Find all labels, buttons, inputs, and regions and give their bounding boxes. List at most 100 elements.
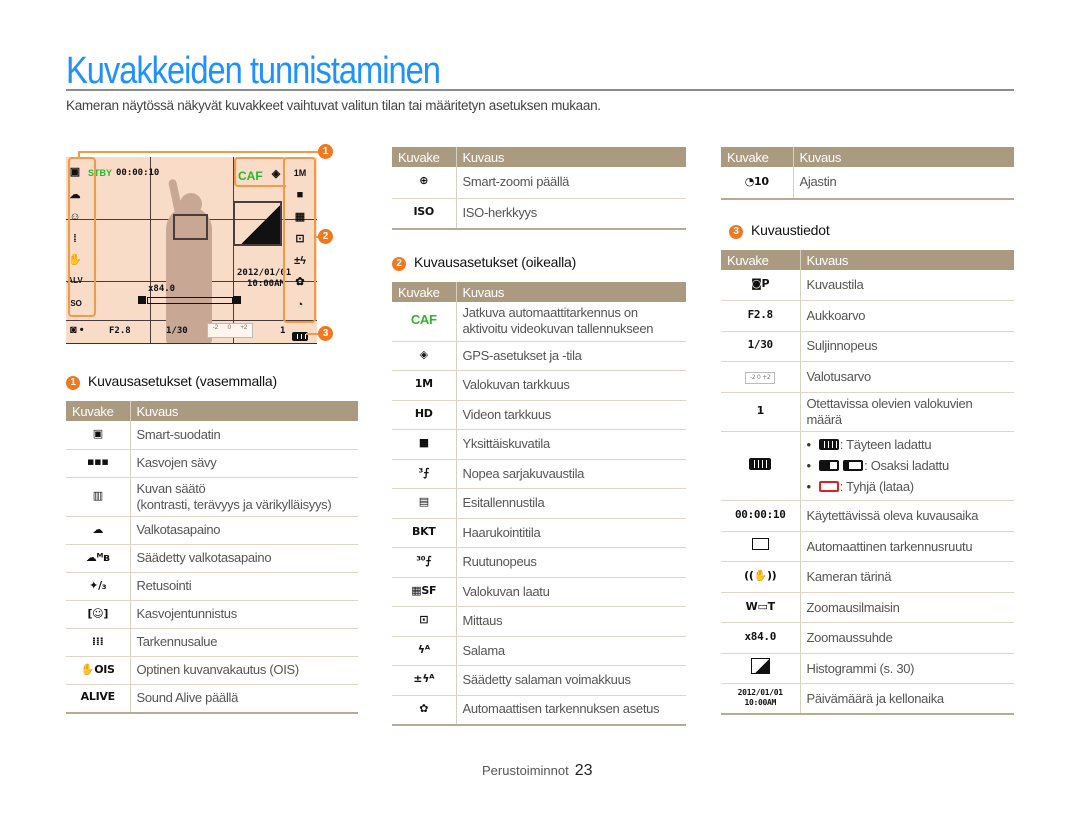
table-row: -2 0 +2 Valotusarvo <box>721 361 1014 393</box>
single-shot-icon: ■ <box>418 436 429 450</box>
focus-area-icon: ⁞⁞⁞ <box>91 634 104 648</box>
aperture-readout: F2.8 <box>109 326 131 336</box>
table-row: Histogrammi (s. 30) <box>721 653 1014 685</box>
icon-cell: ALIVE <box>66 684 131 714</box>
table-row: ✦/₃ Retusointi <box>66 572 358 601</box>
icon-cell: W▭T <box>721 592 801 624</box>
date-time-icon: 2012/01/01 10:00AM <box>737 688 783 707</box>
zoom-ratio-icon: x84.0 <box>744 630 777 644</box>
metering-icon: ⊡ <box>419 613 429 627</box>
table-row: ISO ISO-herkkyys <box>392 198 686 230</box>
table-row: ±ϟᴬ Säädetty salaman voimakkuus <box>392 665 686 696</box>
icon-cell: 00:00:10 <box>721 500 801 532</box>
description-text: Histogrammi (s. 30) <box>806 660 915 676</box>
battery-icon <box>748 458 772 471</box>
table-row: ³⨍ Nopea sarjakuvaustila <box>392 459 686 489</box>
intro-text: Kameran näytössä näkyvät kuvakkeet vaiht… <box>66 98 601 113</box>
right-icons-frame <box>283 157 316 323</box>
description-text: Smart-suodatin <box>136 426 221 442</box>
battery-low-icon <box>843 459 864 471</box>
battery-icon <box>292 327 309 343</box>
face-detection-icon: [☺] <box>87 606 109 620</box>
list-item: : Täyteen ladattu <box>807 435 1009 456</box>
icon-cell: ▤ <box>392 488 457 519</box>
ois-icon: ✋OIS <box>80 662 115 676</box>
icon-cell: ✋OIS <box>66 656 131 685</box>
icon-cell: ■ <box>392 429 457 460</box>
table-row: ◈ GPS-asetukset ja -tila <box>392 341 686 371</box>
table-row: ▪▪▪ Kasvojen sävy <box>66 449 358 478</box>
description-cell: Säädetty valkotasapaino <box>130 544 358 573</box>
description-text: Videon tarkkuus <box>462 406 552 422</box>
description-text: Säädetty salaman voimakkuus <box>462 672 632 688</box>
right-settings-table-continued: Kuvake Kuvaus ◔10 Ajastin <box>721 147 1014 200</box>
description-text: Päivämäärä ja kellonaika <box>806 690 945 706</box>
section-heading-right-settings: 2 Kuvausasetukset (oikealla) <box>392 254 576 271</box>
footer-section-name: Perustoiminnot <box>482 763 569 778</box>
gps-icon: ◈ <box>419 347 428 361</box>
histogram <box>233 201 282 246</box>
table-row: 2012/01/01 10:00AM Päivämäärä ja kellonai… <box>721 683 1014 716</box>
description-cell: Valokuvan tarkkuus <box>456 370 686 401</box>
table-row: 1/30 Suljinnopeus <box>721 331 1014 362</box>
icon-cell: 1/30 <box>721 331 801 362</box>
description-text: GPS-asetukset ja -tila <box>462 347 582 363</box>
callout-2: 2 <box>318 229 333 244</box>
af-frame-icon <box>751 538 769 552</box>
aperture-icon: F2.8 <box>747 307 774 321</box>
icon-cell: CAF <box>392 302 457 342</box>
icon-cell <box>721 431 801 502</box>
flash-icon: ϟᴬ <box>417 642 430 656</box>
icon-cell: x84.0 <box>721 622 801 654</box>
icon-cell: ±ϟᴬ <box>392 665 457 696</box>
icon-cell: ◈ <box>392 341 457 371</box>
icon-cell: 1M <box>392 370 457 401</box>
table-row: ◙P Kuvaustila <box>721 270 1014 301</box>
table-row: ✿ Automaattisen tarkennuksen asetus <box>392 695 686 726</box>
table-row: ⊕ Smart-zoomi päällä <box>392 167 686 199</box>
description-cell: Smart-suodatin <box>130 421 358 450</box>
description-cell: Otettavissa olevien valokuvien määrä <box>800 392 1014 432</box>
recording-time-icon: 00:00:10 <box>734 508 786 522</box>
description-cell: Mittaus <box>456 606 686 637</box>
table-row: ◔10 Ajastin <box>721 167 1014 200</box>
description-text: Aukkoarvo <box>806 307 866 323</box>
smart-filter-icon: ▣ <box>92 426 103 440</box>
burst-icon: ³⨍ <box>418 465 430 479</box>
description-cell: Säädetty salaman voimakkuus <box>456 665 686 696</box>
description-text: Tarkennusalue <box>136 634 218 650</box>
description-text: Yksittäiskuvatila <box>462 436 551 452</box>
col-header-icon: Kuvake <box>66 401 131 421</box>
description-cell: Kasvojen sävy <box>130 449 358 478</box>
timer-icon: ◔10 <box>744 174 769 188</box>
shots-remaining-icon: 1 <box>756 403 765 417</box>
description-cell: Histogrammi (s. 30) <box>800 653 1014 685</box>
zoom-wide-icon <box>138 296 146 304</box>
description-cell: ISO-herkkyys <box>456 198 686 230</box>
description-cell: Käytettävissä oleva kuvausaika <box>800 500 1014 532</box>
icon-cell: ▥ <box>66 477 131 517</box>
page-title: Kuvakkeiden tunnistaminen <box>66 50 441 92</box>
description-cell: Videon tarkkuus <box>456 400 686 430</box>
icon-cell: ³⨍ <box>392 459 457 489</box>
description-cell: Valkotasapaino <box>130 516 358 545</box>
left-settings-table-continued: Kuvake Kuvaus ⊕ Smart-zoomi päällä ISO ISO-… <box>392 147 686 230</box>
photo-resolution-icon: 1M <box>414 377 433 391</box>
icon-cell: ⊕ <box>392 167 457 199</box>
pre-capture-icon: ▤ <box>418 495 429 509</box>
list-item: : Osaksi ladattu <box>807 456 1009 477</box>
icon-cell <box>721 653 801 685</box>
table-row: ϟᴬ Salama <box>392 636 686 666</box>
description-text: Otettavissa olevien valokuvien määrä <box>806 395 973 427</box>
description-cell: GPS-asetukset ja -tila <box>456 341 686 371</box>
table-row: F2.8 Aukkoarvo <box>721 300 1014 332</box>
table-row: HD Videon tarkkuus <box>392 400 686 430</box>
description-subtext: (kontrasti, terävyys ja värikylläisyys) <box>136 496 332 512</box>
description-text: Jatkuva automaattitarkennus on aktivoitu… <box>462 305 654 337</box>
description-text: Automaattinen tarkennusruutu <box>806 538 973 554</box>
description-cell: Esitallennustila <box>456 488 686 519</box>
description-text: Retusointi <box>136 578 192 594</box>
zoom-ratio: x84.0 <box>148 284 176 294</box>
description-cell: Zoomaussuhde <box>800 622 1014 654</box>
description-cell: Retusointi <box>130 572 358 601</box>
